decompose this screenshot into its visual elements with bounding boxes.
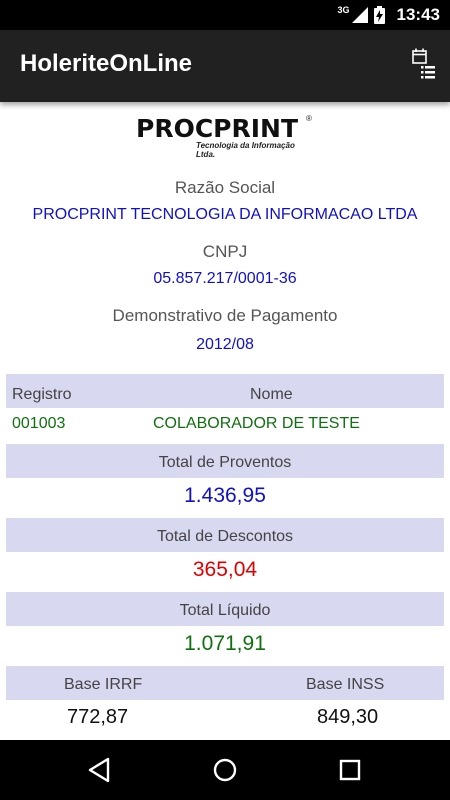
cnpj-label: CNPJ	[202, 242, 248, 261]
descontos-band: Total de Descontos	[6, 518, 444, 552]
registro-value: 001003	[12, 415, 66, 432]
navigation-bar	[0, 740, 450, 800]
back-icon[interactable]	[84, 755, 114, 785]
proventos-label: Total de Proventos	[158, 454, 292, 471]
demonstrativo-label: Demonstrativo de Pagamento	[112, 306, 338, 325]
nome-header: Nome	[250, 386, 293, 403]
liquido-value: 1.071,91	[184, 632, 266, 655]
logo-registered-mark: ®	[306, 114, 312, 123]
signal-icon	[351, 7, 368, 23]
calendar-list-icon[interactable]	[412, 48, 436, 82]
app-title: HoleriteOnLine	[20, 50, 193, 77]
logo-text: PROCPRINT	[136, 114, 299, 143]
status-icons: 3G 13:43	[337, 0, 440, 30]
status-bar: 3G 13:43	[0, 0, 450, 30]
network-type-label: 3G	[337, 5, 350, 15]
proventos-band: Total de Proventos	[6, 444, 444, 478]
base-irrf-label: Base IRRF	[64, 676, 143, 693]
logo-subtitle: Tecnologia da Informação Ltda.	[196, 141, 295, 159]
cnpj-value: 05.857.217/0001-36	[153, 270, 297, 287]
registro-header: Registro	[12, 386, 72, 403]
liquido-label: Total Líquido	[179, 602, 271, 619]
battery-charging-icon	[373, 6, 385, 24]
proventos-value: 1.436,95	[184, 484, 266, 507]
status-time: 13:43	[396, 5, 440, 24]
razao-social-label: Razão Social	[174, 178, 276, 197]
bases-band: Base IRRF Base INSS	[6, 666, 444, 700]
payslip-content[interactable]: PROCPRINT ® Tecnologia da Informação Ltd…	[0, 102, 450, 740]
company-logo: PROCPRINT ® Tecnologia da Informação Ltd…	[136, 114, 316, 159]
demonstrativo-value: 2012/08	[196, 336, 254, 353]
home-icon[interactable]	[210, 755, 240, 785]
nome-value: COLABORADOR DE TESTE	[153, 415, 360, 432]
descontos-label: Total de Descontos	[156, 528, 294, 545]
base-inss-value: 849,30	[317, 706, 379, 728]
razao-social-value: PROCPRINT TECNOLOGIA DA INFORMACAO LTDA	[32, 206, 418, 223]
base-irrf-value: 772,87	[67, 706, 129, 728]
recents-icon[interactable]	[335, 755, 365, 785]
descontos-value: 365,04	[192, 558, 258, 581]
liquido-band: Total Líquido	[6, 592, 444, 626]
app-bar: HoleriteOnLine	[0, 30, 450, 102]
base-inss-label: Base INSS	[306, 676, 385, 693]
employee-header-band: Registro Nome	[6, 374, 444, 408]
